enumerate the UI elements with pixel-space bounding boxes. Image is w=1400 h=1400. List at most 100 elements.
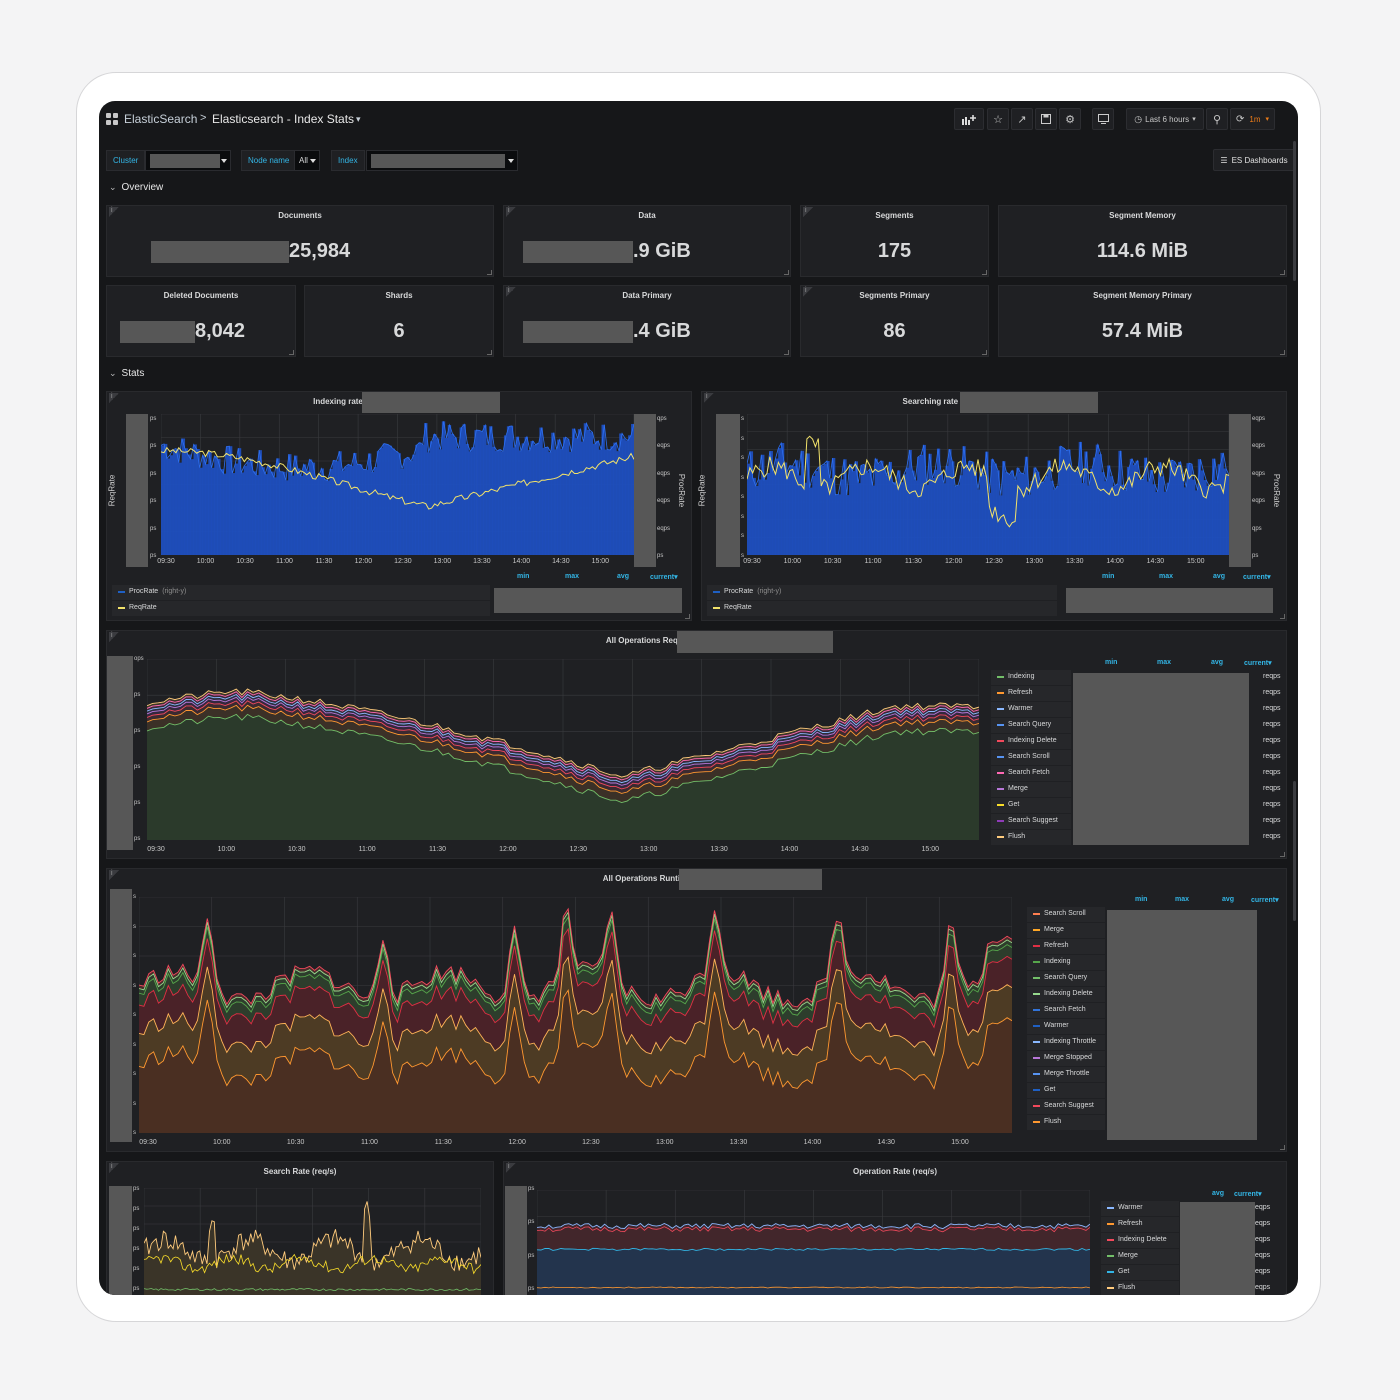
refresh-button[interactable]: ⟳ 1m ▾ [1230, 108, 1275, 130]
series-color-swatch[interactable] [997, 707, 1004, 710]
series-color-swatch[interactable] [997, 739, 1004, 742]
legend-item[interactable]: Search Query [1033, 974, 1087, 981]
series-color-swatch[interactable] [1033, 976, 1040, 979]
scrollbar-thumb[interactable] [1293, 781, 1296, 921]
series-color-swatch[interactable] [1107, 1270, 1114, 1273]
series-color-swatch[interactable] [1033, 992, 1040, 995]
series-color-swatch[interactable] [1033, 1088, 1040, 1091]
all-operations-runtime-chart[interactable] [139, 897, 1012, 1133]
stat-deleted-documents[interactable]: Deleted Documents 8,042 [106, 285, 296, 357]
legend-column-min[interactable]: min [1105, 659, 1117, 666]
legend-item[interactable]: Merge Stopped [1033, 1054, 1092, 1061]
legend-column-current[interactable]: current▾ [1251, 896, 1279, 904]
legend-item[interactable]: Indexing [997, 673, 1034, 680]
refresh-interval[interactable]: 1m [1249, 115, 1260, 124]
panel-search-rate[interactable]: i Search Rate (req/s) ps ps ps ps ps ps [106, 1161, 494, 1295]
zoom-out-button[interactable]: ⚲ [1206, 108, 1228, 130]
series-color-swatch[interactable] [997, 675, 1004, 678]
series-color-swatch[interactable] [1033, 1008, 1040, 1011]
panel-indexing-rate[interactable]: i Indexing rate on ReqRate ProcRate ps ps… [106, 391, 692, 621]
legend-item[interactable]: ReqRate [118, 604, 157, 611]
legend-column-max[interactable]: max [1159, 573, 1173, 580]
series-color-swatch[interactable] [118, 590, 125, 593]
share-button[interactable]: ↗ [1011, 108, 1033, 130]
dashboards-icon[interactable] [106, 113, 118, 125]
series-color-swatch[interactable] [1107, 1206, 1114, 1209]
series-color-swatch[interactable] [997, 723, 1004, 726]
time-picker-button[interactable]: ◷ Last 6 hours ▾ [1126, 108, 1204, 130]
legend-column-min[interactable]: min [1102, 573, 1114, 580]
legend-item[interactable]: Search Fetch [1033, 1006, 1086, 1013]
series-color-swatch[interactable] [1033, 1056, 1040, 1059]
series-color-swatch[interactable] [1033, 928, 1040, 931]
stat-segments[interactable]: i Segments 175 [800, 205, 989, 277]
series-color-swatch[interactable] [1033, 912, 1040, 915]
series-color-swatch[interactable] [1107, 1286, 1114, 1289]
legend-item[interactable]: Search Suggest [997, 817, 1058, 824]
legend-column-max[interactable]: max [1157, 659, 1171, 666]
legend-column-avg[interactable]: avg [1212, 1190, 1224, 1197]
legend-item[interactable]: Warmer [1033, 1022, 1069, 1029]
stat-documents[interactable]: i Documents 25,984 [106, 205, 494, 277]
series-color-swatch[interactable] [1033, 1024, 1040, 1027]
legend-item[interactable]: Get [1033, 1086, 1055, 1093]
legend-item[interactable]: Flush [1107, 1284, 1135, 1291]
legend-column-min[interactable]: min [1135, 896, 1147, 903]
breadcrumb-folder[interactable]: ElasticSearch [124, 112, 197, 126]
legend-column-current[interactable]: current▾ [1234, 1190, 1262, 1198]
variable-index-select[interactable] [366, 150, 518, 171]
stat-segment-memory[interactable]: Segment Memory 114.6 MiB [998, 205, 1287, 277]
series-color-swatch[interactable] [1033, 960, 1040, 963]
series-color-swatch[interactable] [997, 803, 1004, 806]
stat-segment-memory-primary[interactable]: Segment Memory Primary 57.4 MiB [998, 285, 1287, 357]
legend-item[interactable]: Refresh [1107, 1220, 1143, 1227]
legend-item[interactable]: Indexing Delete [997, 737, 1057, 744]
series-color-swatch[interactable] [118, 606, 125, 609]
legend-item[interactable]: Search Scroll [1033, 910, 1086, 917]
legend-item[interactable]: Refresh [997, 689, 1033, 696]
legend-item[interactable]: Indexing Delete [1107, 1236, 1167, 1243]
legend-item[interactable]: Indexing [1033, 958, 1070, 965]
legend-item[interactable]: Search Query [997, 721, 1051, 728]
series-color-swatch[interactable] [997, 835, 1004, 838]
legend-column-current[interactable]: current▾ [1243, 573, 1271, 581]
legend-item[interactable]: Merge [1107, 1252, 1138, 1259]
legend-item[interactable]: Merge Throttle [1033, 1070, 1089, 1077]
series-color-swatch[interactable] [1107, 1254, 1114, 1257]
searching-rate-chart[interactable] [747, 414, 1229, 555]
legend-column-max[interactable]: max [565, 573, 579, 580]
series-color-swatch[interactable] [997, 755, 1004, 758]
legend-item[interactable]: ProcRate (right-y) [118, 588, 186, 595]
legend-item[interactable]: Warmer [997, 705, 1033, 712]
legend-column-min[interactable]: min [517, 573, 529, 580]
series-color-swatch[interactable] [1033, 944, 1040, 947]
legend-item[interactable]: Refresh [1033, 942, 1069, 949]
series-color-swatch[interactable] [1033, 1040, 1040, 1043]
series-color-swatch[interactable] [1107, 1222, 1114, 1225]
series-color-swatch[interactable] [997, 819, 1004, 822]
legend-item[interactable]: Flush [997, 833, 1025, 840]
legend-item[interactable]: Indexing Delete [1033, 990, 1093, 997]
legend-column-max[interactable]: max [1175, 896, 1189, 903]
chevron-down-icon[interactable]: ▾ [356, 114, 361, 125]
panel-all-operations-runtime[interactable]: i All Operations Runtime/s on sssssssss … [106, 868, 1287, 1152]
legend-item[interactable]: Search Suggest [1033, 1102, 1094, 1109]
series-color-swatch[interactable] [1033, 1104, 1040, 1107]
legend-item[interactable]: Merge [997, 785, 1028, 792]
series-color-swatch[interactable] [713, 606, 720, 609]
legend-item[interactable]: Indexing Throttle [1033, 1038, 1096, 1045]
tv-mode-button[interactable] [1092, 108, 1114, 130]
indexing-rate-chart[interactable] [161, 414, 634, 555]
series-color-swatch[interactable] [997, 787, 1004, 790]
legend-column-avg[interactable]: avg [1211, 659, 1223, 666]
stat-segments-primary[interactable]: i Segments Primary 86 [800, 285, 989, 357]
legend-item[interactable]: Flush [1033, 1118, 1061, 1125]
legend-column-avg[interactable]: avg [617, 573, 629, 580]
settings-button[interactable]: ⚙ [1059, 108, 1081, 130]
legend-item[interactable]: ProcRate (right-y) [713, 588, 781, 595]
legend-item[interactable]: Get [997, 801, 1019, 808]
series-color-swatch[interactable] [1107, 1238, 1114, 1241]
row-overview[interactable]: ⌄ Overview [109, 182, 163, 193]
legend-item[interactable]: Search Fetch [997, 769, 1050, 776]
stat-data-primary[interactable]: i Data Primary .4 GiB [503, 285, 791, 357]
